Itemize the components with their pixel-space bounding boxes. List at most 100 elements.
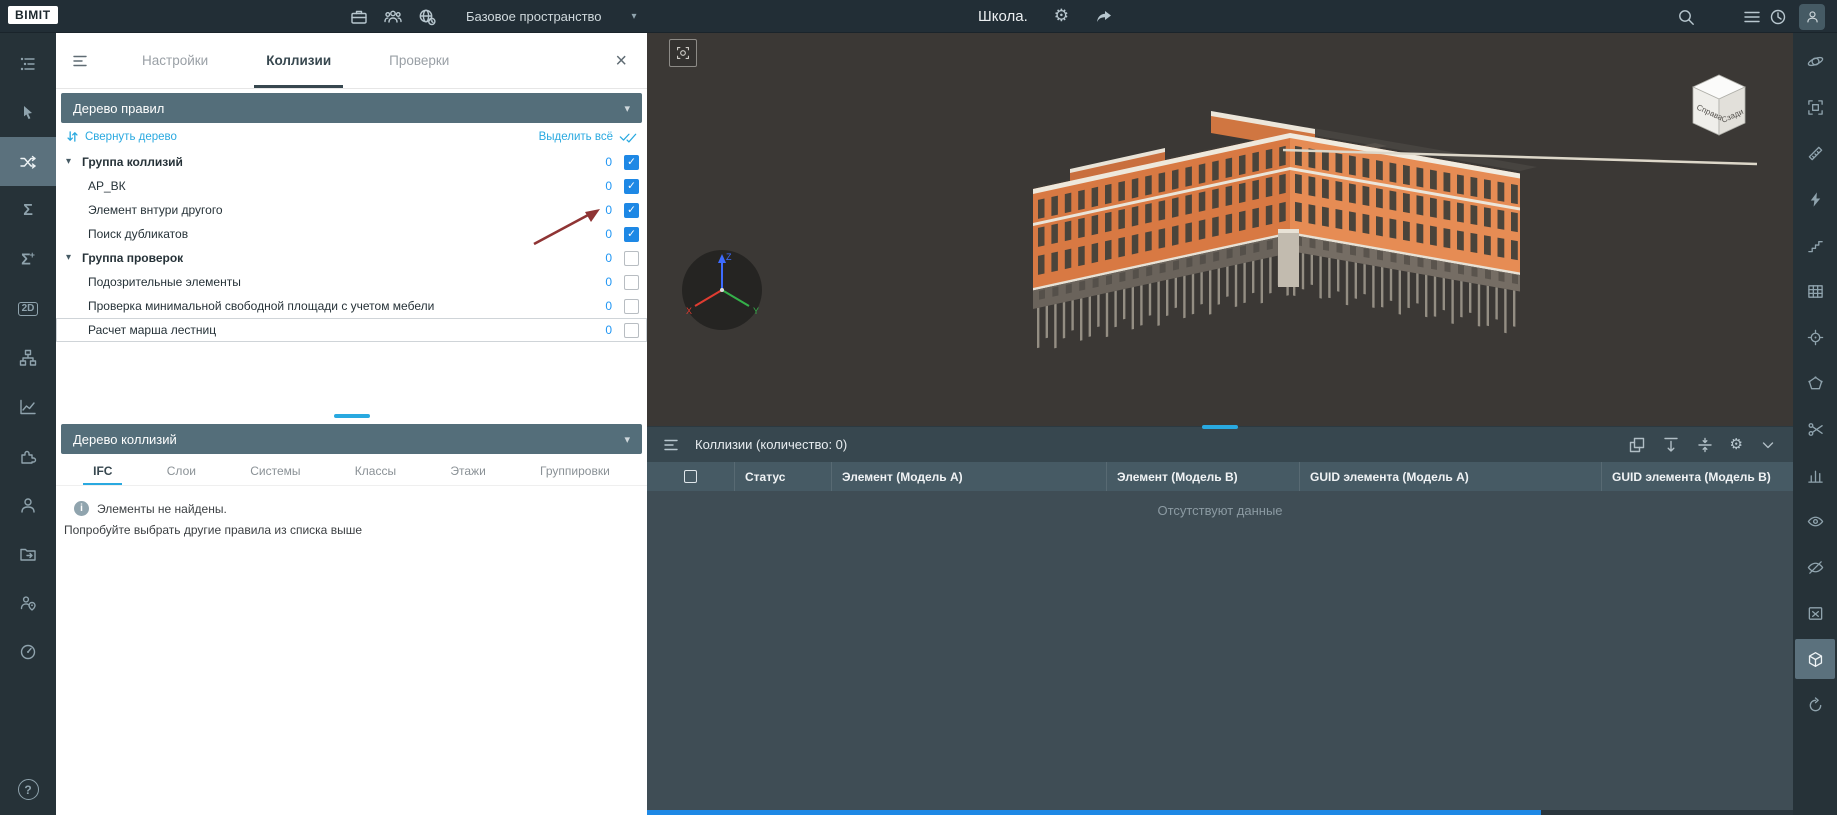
- rule-tree-row[interactable]: Проверка минимальной свободной площади с…: [56, 294, 647, 318]
- tab-collisions[interactable]: Коллизии: [254, 33, 344, 88]
- rule-checkbox[interactable]: [624, 250, 639, 266]
- rotate-view-tool[interactable]: [1795, 685, 1835, 725]
- column-header[interactable]: GUID элемента (Модель А): [1300, 462, 1602, 491]
- profile-tool[interactable]: [0, 480, 56, 529]
- rule-tree-row[interactable]: ▾ Группа проверок 0: [56, 246, 647, 270]
- menu-list-icon[interactable]: [1743, 8, 1761, 26]
- rule-checkbox[interactable]: [624, 202, 639, 218]
- orbit-tool[interactable]: [1795, 41, 1835, 81]
- table-menu-icon[interactable]: [663, 436, 681, 454]
- select-all-checkbox[interactable]: [684, 470, 697, 483]
- rules-tree-header[interactable]: Дерево правил ▾: [61, 93, 642, 123]
- select-all-link[interactable]: Выделить всё: [539, 130, 637, 143]
- screenshot-icon[interactable]: [669, 39, 697, 67]
- rule-checkbox[interactable]: [624, 154, 639, 170]
- subtab-floors[interactable]: Этажи: [444, 457, 491, 485]
- plugins-tool[interactable]: [0, 431, 56, 480]
- fit-columns-icon[interactable]: [1662, 436, 1680, 454]
- users-tool[interactable]: [0, 578, 56, 627]
- collision-table-panel: Коллизии (количество: 0) ⚙ Статус Элемен…: [647, 425, 1793, 810]
- rule-checkbox[interactable]: [624, 178, 639, 194]
- workspace-globe-icon[interactable]: [418, 8, 436, 26]
- search-icon[interactable]: [1677, 8, 1695, 26]
- topbar: BIMIT Базовое пространство ▾ Школа. ⚙: [0, 0, 1837, 33]
- rule-tree-row[interactable]: ▾ Группа коллизий 0: [56, 150, 647, 174]
- chart-tool[interactable]: [1795, 455, 1835, 495]
- settings-gear-icon[interactable]: ⚙: [1054, 8, 1069, 25]
- hide-eye-icon[interactable]: [1795, 547, 1835, 587]
- splitter-handle[interactable]: [333, 414, 370, 418]
- column-header[interactable]: Элемент (Модель B): [1107, 462, 1300, 491]
- chevron-down-icon: ▾: [631, 10, 637, 22]
- grid-tool[interactable]: [1795, 271, 1835, 311]
- account-avatar[interactable]: [1799, 3, 1825, 30]
- table-settings-gear-icon[interactable]: ⚙: [1730, 437, 1743, 452]
- analytics-tool[interactable]: [0, 382, 56, 431]
- focus-tool[interactable]: [1795, 317, 1835, 357]
- subtab-layers[interactable]: Слои: [161, 457, 202, 485]
- splitter-handle[interactable]: [1202, 425, 1238, 429]
- copy-icon[interactable]: [1628, 436, 1646, 454]
- rule-tree-row[interactable]: Расчет марша лестниц 0: [56, 318, 647, 342]
- column-header[interactable]: Элемент (Модель А): [832, 462, 1107, 491]
- close-panel-icon[interactable]: ×: [609, 50, 633, 72]
- rule-count: 0: [605, 299, 612, 313]
- dashboard-tool[interactable]: [0, 627, 56, 676]
- panel-menu-icon[interactable]: [72, 52, 90, 70]
- sum-add-tool[interactable]: Σ+: [0, 235, 56, 284]
- tab-settings[interactable]: Настройки: [136, 33, 214, 88]
- rule-tree-row[interactable]: АР_ВК 0: [56, 174, 647, 198]
- team-icon[interactable]: [384, 8, 402, 26]
- share-icon[interactable]: [1095, 8, 1113, 26]
- clash-tool[interactable]: [1795, 179, 1835, 219]
- rule-count: 0: [605, 251, 612, 265]
- subtab-classes[interactable]: Классы: [349, 457, 402, 485]
- app-logo: BIMIT: [8, 6, 58, 24]
- show-eye-icon[interactable]: [1795, 501, 1835, 541]
- viewport-3d[interactable]: Справа Сзади X Y Z: [647, 33, 1793, 426]
- model-visibility-tool[interactable]: [1795, 639, 1835, 679]
- collapse-tree-link[interactable]: Свернуть дерево: [66, 130, 177, 143]
- building-model[interactable]: [1015, 91, 1793, 401]
- rule-checkbox[interactable]: [624, 322, 639, 338]
- axis-gizmo[interactable]: X Y Z: [680, 248, 764, 332]
- rule-tree-row[interactable]: Элемент внтури другого 0: [56, 198, 647, 222]
- chevron-down-icon[interactable]: ▾: [66, 253, 82, 263]
- table-empty-text: Отсутствуют данные: [1157, 503, 1283, 518]
- collision-tree-header[interactable]: Дерево коллизий ▾: [61, 424, 642, 454]
- help-button[interactable]: ?: [0, 778, 56, 815]
- export-tool[interactable]: [0, 529, 56, 578]
- projects-icon[interactable]: [350, 8, 368, 26]
- stairs-tool[interactable]: [1795, 225, 1835, 265]
- rule-tree-row[interactable]: Поиск дубликатов 0: [56, 222, 647, 246]
- section-tool[interactable]: [1795, 409, 1835, 449]
- history-icon[interactable]: [1769, 8, 1787, 26]
- chevron-down-icon[interactable]: [1759, 436, 1777, 454]
- rule-checkbox[interactable]: [624, 226, 639, 242]
- view-2d-tool[interactable]: 2D: [0, 284, 56, 333]
- rule-checkbox[interactable]: [624, 298, 639, 314]
- scrollbar-thumb[interactable]: [647, 810, 1541, 815]
- chevron-down-icon[interactable]: ▾: [66, 157, 82, 167]
- measure-tool[interactable]: [1795, 133, 1835, 173]
- workspace-selector[interactable]: Базовое пространство ▾: [466, 9, 637, 24]
- column-header[interactable]: Статус: [735, 462, 832, 491]
- subtab-ifc[interactable]: IFC: [83, 457, 123, 485]
- navigation-cube[interactable]: Справа Сзади: [1681, 71, 1757, 141]
- polygon-tool[interactable]: [1795, 363, 1835, 403]
- rule-checkbox[interactable]: [624, 274, 639, 290]
- subtab-groupings[interactable]: Группировки: [534, 457, 616, 485]
- table-header-row: Статус Элемент (Модель А) Элемент (Модел…: [647, 462, 1793, 491]
- sum-tool[interactable]: Σ: [0, 186, 56, 235]
- select-tool[interactable]: [0, 88, 56, 137]
- fit-view-tool[interactable]: [1795, 87, 1835, 127]
- tab-checks[interactable]: Проверки: [383, 33, 455, 88]
- collision-tool[interactable]: [0, 137, 56, 186]
- rule-tree-row[interactable]: Подозрительные элементы 0: [56, 270, 647, 294]
- column-header[interactable]: GUID элемента (Модель B): [1602, 462, 1793, 491]
- structure-tool[interactable]: [0, 333, 56, 382]
- collapse-rows-icon[interactable]: [1696, 436, 1714, 454]
- image-off-icon[interactable]: [1795, 593, 1835, 633]
- model-tree-tool[interactable]: [0, 39, 56, 88]
- subtab-systems[interactable]: Системы: [244, 457, 306, 485]
